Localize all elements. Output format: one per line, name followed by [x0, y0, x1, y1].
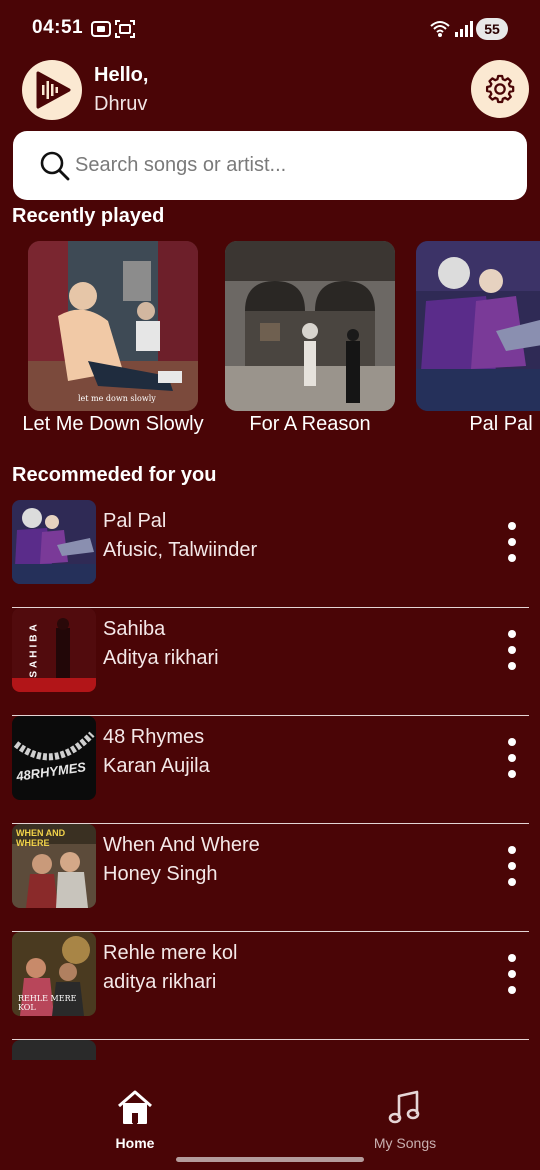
settings-button[interactable]: [471, 60, 529, 118]
recent-item[interactable]: let me down slowly Let Me Down Slowly: [22, 241, 204, 435]
nav-my-songs-label: My Songs: [373, 1135, 437, 1151]
album-cover: [416, 241, 540, 411]
screenshot-icon: [91, 21, 111, 37]
album-cover: [225, 241, 395, 411]
song-row[interactable]: WHEN AND WHERE When And Where Honey Sing…: [12, 824, 529, 932]
recent-item[interactable]: For A Reason: [225, 241, 395, 435]
app-screen: 04:51 55 Hello, Dhruv Search songs or ar…: [0, 0, 540, 1170]
song-artist: Aditya rikhari: [103, 647, 219, 669]
song-title: 48 Rhymes: [103, 726, 205, 748]
nav-my-songs[interactable]: My Songs: [345, 1088, 465, 1151]
recommended-title: Recommeded for you: [12, 464, 217, 486]
song-title: Pal Pal: [103, 510, 167, 532]
nav-home[interactable]: Home: [75, 1088, 195, 1151]
song-row[interactable]: SAHIBA Sahiba Aditya rikhari: [12, 608, 529, 716]
song-row[interactable]: 48RHYMES 48 Rhymes Karan Aujila: [12, 716, 529, 824]
song-row[interactable]: Pal Pal Afusic, Talwiinder: [12, 500, 529, 608]
search-input[interactable]: [75, 143, 505, 188]
song-cover: WHEN AND WHERE: [12, 824, 96, 908]
music-wave-icon: [36, 71, 71, 109]
song-cover: [12, 1040, 96, 1060]
song-row[interactable]: REHLE MERE KOL Rehle mere kol aditya rik…: [12, 932, 529, 1040]
search-icon: [40, 151, 70, 181]
more-options-button[interactable]: [502, 846, 522, 886]
nav-home-label: Home: [115, 1135, 155, 1151]
song-cover: REHLE MERE KOL: [12, 932, 96, 1016]
username-text: Dhruv: [94, 93, 148, 115]
song-cover: 48RHYMES: [12, 716, 96, 800]
home-indicator[interactable]: [176, 1157, 364, 1162]
gear-icon: [485, 74, 515, 104]
app-logo: [22, 60, 82, 120]
song-cover: SAHIBA: [12, 608, 96, 692]
recent-item-label: For A Reason: [249, 413, 371, 435]
battery-indicator: 55: [476, 18, 508, 40]
song-title: Rehle mere kol: [103, 942, 238, 964]
more-options-button[interactable]: [502, 630, 522, 670]
more-options-button[interactable]: [502, 954, 522, 994]
recently-played-title: Recently played: [12, 205, 165, 227]
song-artist: Afusic, Talwiinder: [103, 539, 258, 561]
bottom-navigation: Home My Songs: [0, 1060, 540, 1170]
song-title: Sahiba: [103, 618, 166, 640]
song-artist: Karan Aujila: [103, 755, 210, 777]
album-cover: let me down slowly: [28, 241, 198, 411]
recent-item-label: Pal Pal: [469, 413, 533, 435]
music-note-icon: [388, 1090, 420, 1124]
home-icon: [118, 1090, 152, 1124]
cover-text: REHLE MERE KOL: [18, 994, 77, 1012]
recent-item-label: Let Me Down Slowly: [22, 413, 204, 435]
more-options-button[interactable]: [502, 738, 522, 778]
song-artist: Honey Singh: [103, 863, 218, 885]
greeting-text: Hello,: [94, 64, 149, 86]
status-bar: 04:51 55: [0, 0, 540, 58]
recent-item[interactable]: Pal Pal: [416, 241, 540, 435]
cover-text: WHEN AND WHERE: [16, 828, 66, 848]
cover-text: SAHIBA: [28, 621, 40, 678]
song-cover: [12, 500, 96, 584]
song-row[interactable]: [12, 1040, 529, 1060]
more-options-button[interactable]: [502, 522, 522, 562]
scan-icon: [115, 20, 135, 38]
song-artist: aditya rikhari: [103, 971, 217, 993]
wifi-icon: [430, 21, 450, 37]
signal-icon: [455, 21, 473, 37]
song-title: When And Where: [103, 834, 260, 856]
cover-text: let me down slowly: [78, 394, 156, 403]
status-time: 04:51: [32, 17, 84, 38]
search-bar[interactable]: [13, 131, 527, 200]
